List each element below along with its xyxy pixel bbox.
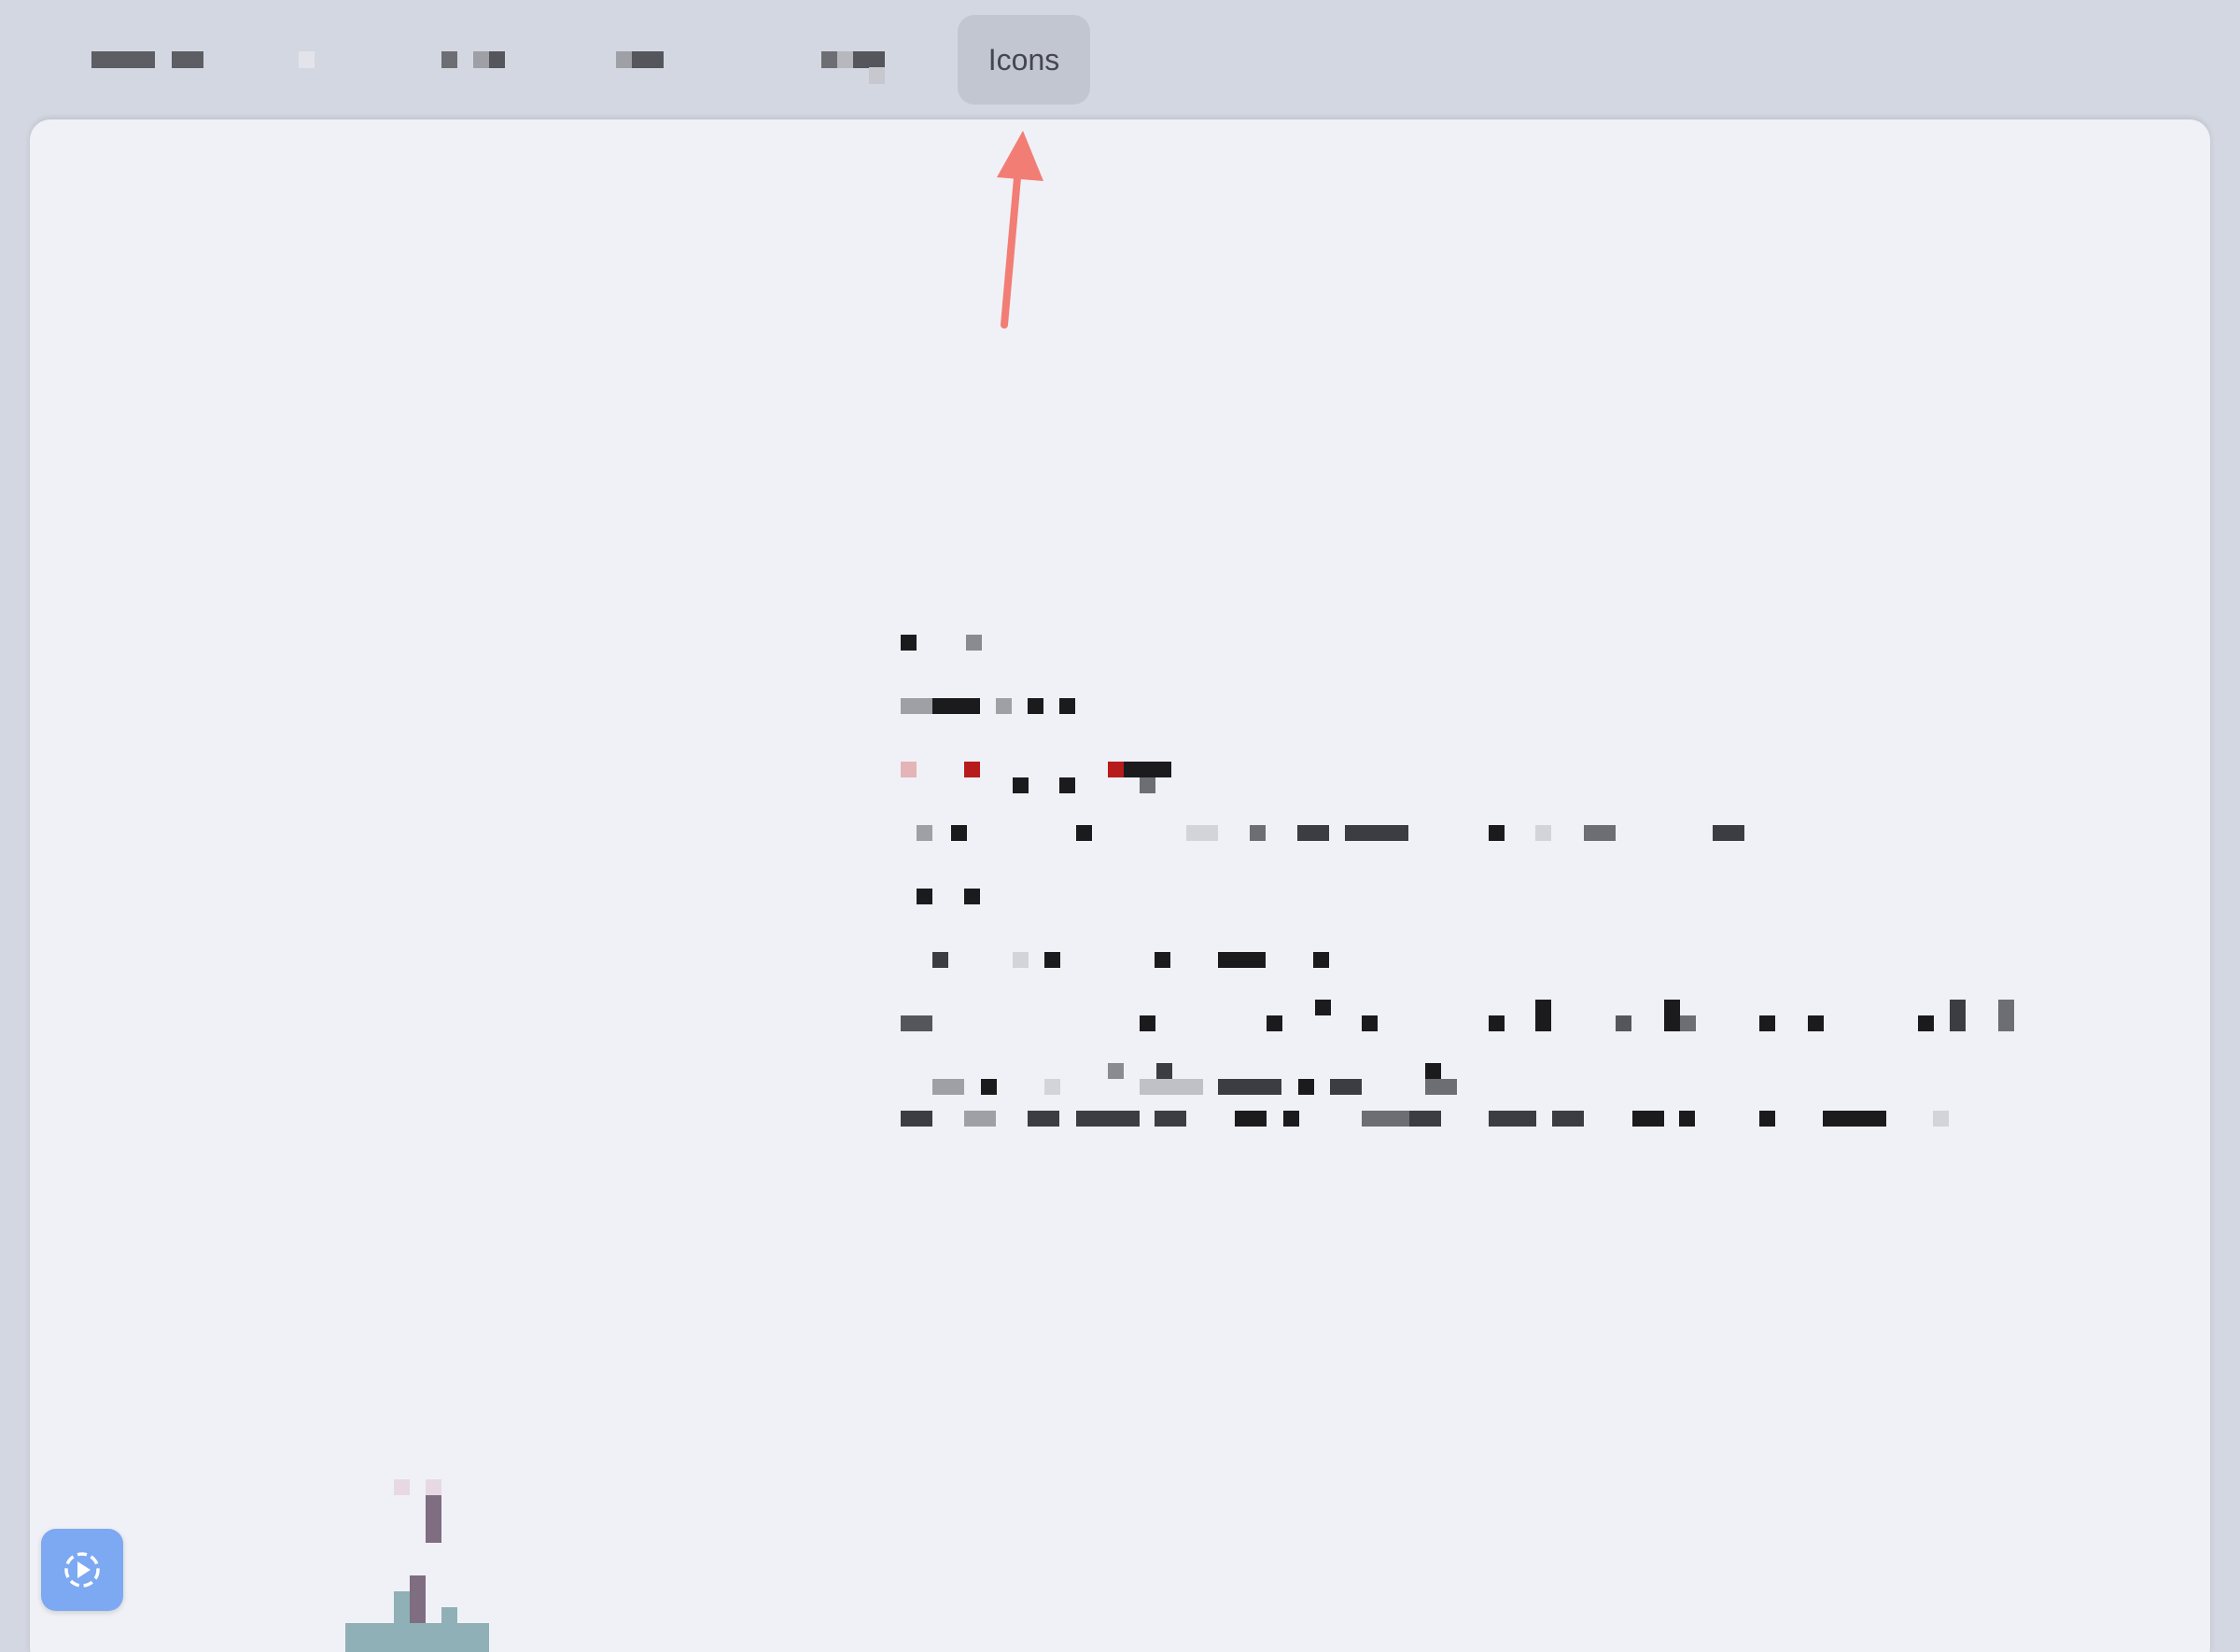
pixel-art-illustration (345, 1479, 495, 1652)
tab-5[interactable] (803, 15, 887, 105)
tab-2[interactable] (280, 15, 336, 105)
tab-4[interactable] (597, 15, 681, 105)
tab-icons-label: Icons (987, 42, 1060, 77)
content-line-3 (901, 762, 2021, 793)
tab-bar: Icons (0, 0, 2240, 119)
app-window: Icons (0, 0, 2240, 1652)
content-line-8 (901, 1063, 2021, 1095)
launcher-button[interactable] (41, 1529, 123, 1611)
play-circle-icon (64, 1552, 100, 1588)
content-line-9 (901, 1111, 2021, 1127)
content-line-6 (901, 952, 2021, 968)
content-line-4 (901, 825, 2021, 841)
content-text-block (901, 635, 2021, 1174)
tab-icons[interactable]: Icons (958, 15, 1090, 105)
content-line-2 (901, 698, 2021, 714)
annotation-arrow-icon (997, 131, 1043, 329)
content-line-5 (901, 889, 2021, 904)
content-line-7 (901, 1000, 2021, 1031)
tab-1[interactable] (84, 15, 215, 105)
tab-3[interactable] (429, 15, 513, 105)
content-line-1 (901, 635, 2021, 651)
